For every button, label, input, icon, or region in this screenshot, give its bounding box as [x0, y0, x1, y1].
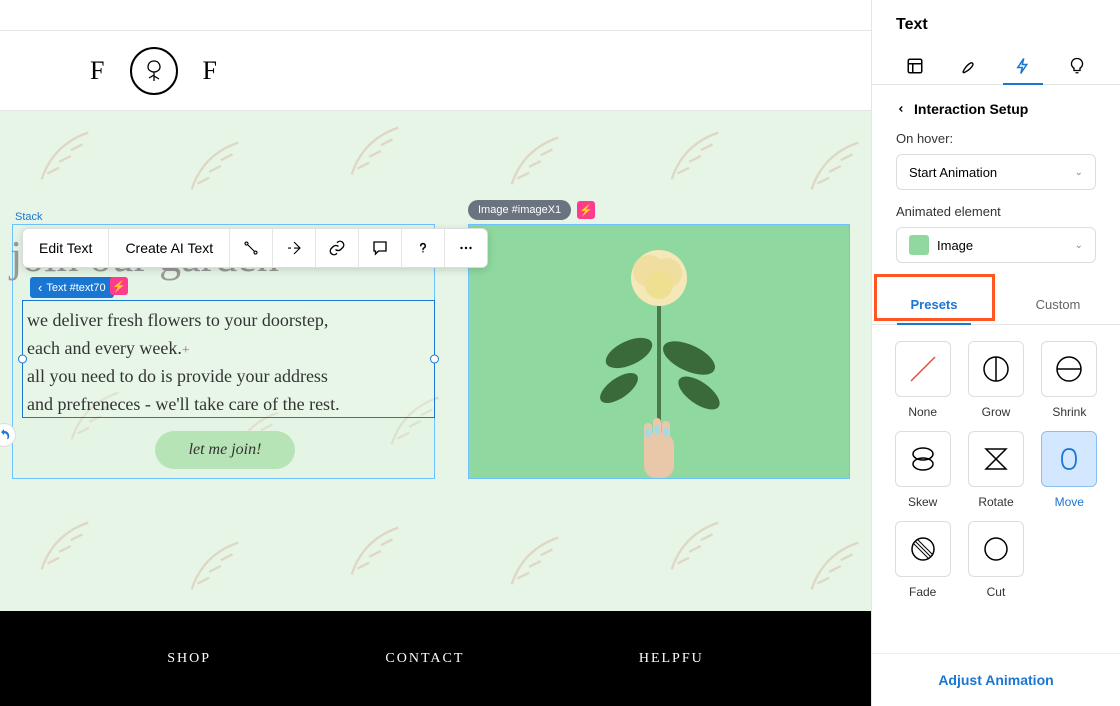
animated-element-label: Animated element [896, 204, 1096, 219]
logo-f-right: F [202, 56, 218, 86]
adjust-animation-link[interactable]: Adjust Animation [872, 653, 1120, 706]
preset-rotate[interactable]: Rotate [965, 431, 1026, 509]
panel-section: Interaction Setup On hover: Start Animat… [872, 85, 1120, 279]
preset-cut[interactable]: Cut [965, 521, 1026, 599]
preset-shrink[interactable]: Shrink [1039, 341, 1100, 419]
chevron-down-icon: ⌄ [1075, 240, 1083, 251]
panel-tabs [872, 42, 1120, 85]
edit-text-button[interactable]: Edit Text [23, 229, 109, 267]
image-box[interactable] [468, 224, 850, 479]
preset-move[interactable]: Move [1039, 431, 1100, 509]
on-hover-label: On hover: [896, 131, 1096, 146]
join-button[interactable]: let me join! [155, 431, 295, 469]
plus-cursor-icon: + [182, 343, 190, 358]
text-selection[interactable]: we deliver fresh flowers to your doorste… [22, 300, 435, 418]
chevron-left-icon [896, 104, 906, 114]
preset-none[interactable]: None [892, 341, 953, 419]
footer-helpful[interactable]: HELPFU [639, 651, 704, 667]
animation-icon[interactable] [273, 229, 316, 267]
logo-flower-icon [130, 47, 178, 95]
tab-design-icon[interactable] [949, 48, 989, 84]
preset-fade[interactable]: Fade [892, 521, 953, 599]
tab-interactions-icon[interactable] [1003, 48, 1043, 84]
logo-group: F F [90, 47, 219, 95]
floating-toolbar: Edit Text Create AI Text [22, 228, 488, 268]
tab-help-icon[interactable] [1057, 48, 1097, 84]
footer-shop[interactable]: SHOP [167, 651, 211, 667]
body-line-1: we deliver fresh flowers to your doorste… [27, 310, 328, 330]
preset-skew[interactable]: Skew [892, 431, 953, 509]
stack-label[interactable]: Stack [15, 211, 43, 223]
create-ai-text-button[interactable]: Create AI Text [109, 229, 230, 267]
panel-title: Text [872, 0, 1120, 42]
element-thumb [909, 235, 929, 255]
more-icon[interactable] [445, 229, 487, 267]
animated-element-dropdown[interactable]: Image ⌄ [896, 227, 1096, 263]
body-line-2: each and every week. [27, 338, 182, 358]
canvas[interactable]: Stack join our garden Text #text70 ⚡ we … [0, 111, 871, 706]
logo-f-left: F [90, 56, 106, 86]
body-line-4: and prefreneces - we'll take care of the… [27, 394, 340, 414]
selection-handle-right[interactable] [430, 355, 439, 364]
body-line-3: all you need to do is provide your addre… [27, 366, 328, 386]
image-element-badge[interactable]: Image #imageX1 [468, 200, 571, 220]
text-element-badge[interactable]: Text #text70 [30, 277, 114, 298]
preset-grid: None Grow Shrink Skew Rotate Move Fade [872, 325, 1120, 615]
image-badge-group: Image #imageX1 ⚡ [468, 200, 595, 220]
footer-contact[interactable]: CONTACT [385, 651, 464, 667]
chevron-down-icon: ⌄ [1075, 167, 1083, 178]
sub-tabs: Presets Custom [872, 285, 1120, 325]
comment-icon[interactable] [359, 229, 402, 267]
custom-tab[interactable]: Custom [996, 285, 1120, 324]
on-hover-dropdown[interactable]: Start Animation ⌄ [896, 154, 1096, 190]
help-icon[interactable] [402, 229, 445, 267]
footer: SHOP CONTACT HELPFU [0, 611, 871, 706]
bolt-badge-text[interactable]: ⚡ [110, 277, 128, 295]
link-icon[interactable] [316, 229, 359, 267]
tab-layout-icon[interactable] [895, 48, 935, 84]
selection-handle-left[interactable] [18, 355, 27, 364]
bolt-badge-image[interactable]: ⚡ [577, 201, 595, 219]
presets-tab[interactable]: Presets [872, 285, 996, 324]
back-link[interactable]: Interaction Setup [896, 101, 1096, 117]
preset-grow[interactable]: Grow [965, 341, 1026, 419]
path-icon[interactable] [230, 229, 273, 267]
right-panel: Text Interaction Setup On hover: Start A… [871, 0, 1120, 706]
